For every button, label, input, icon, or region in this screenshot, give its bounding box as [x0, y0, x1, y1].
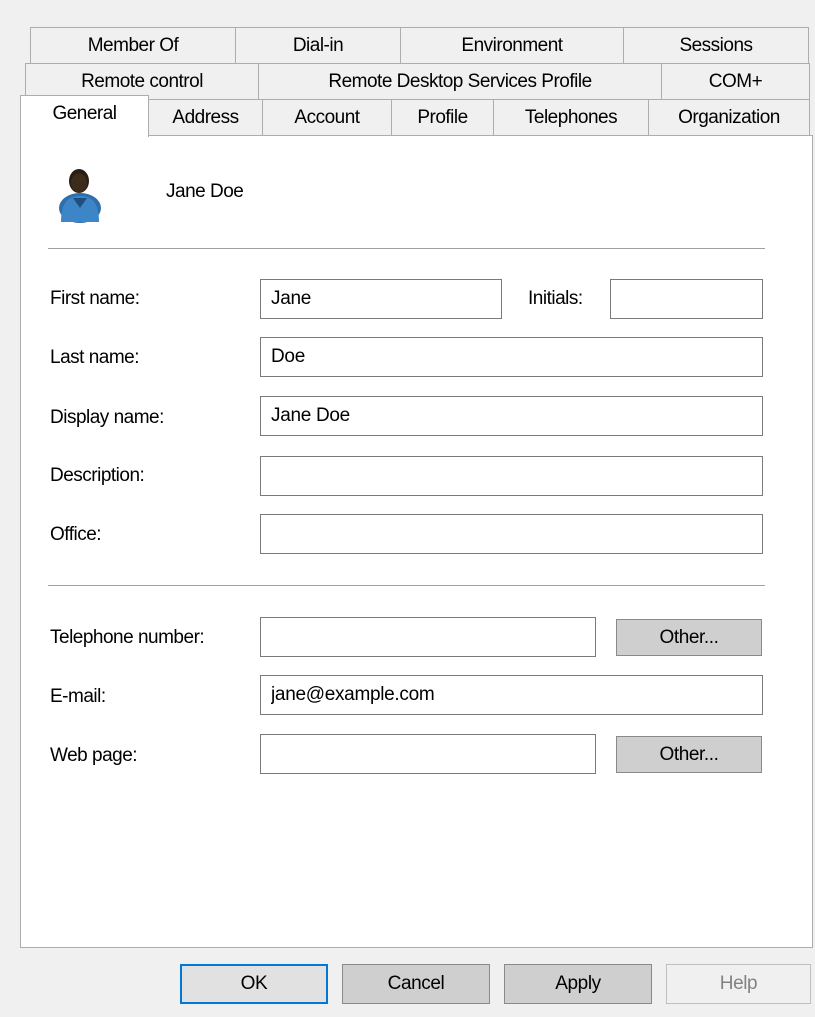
- user-display-header: Jane Doe: [166, 181, 244, 202]
- tab-organization[interactable]: Organization: [648, 99, 810, 136]
- last-name-field[interactable]: [260, 337, 763, 377]
- tab-general[interactable]: General: [20, 95, 149, 137]
- separator-top: [48, 248, 765, 249]
- telephone-other-button[interactable]: Other...: [616, 619, 762, 656]
- tab-label: Profile: [417, 106, 468, 128]
- display-name-label: Display name:: [50, 407, 164, 428]
- apply-button[interactable]: Apply: [504, 964, 652, 1004]
- separator-bottom: [48, 585, 765, 586]
- tab-label: Remote control: [81, 70, 203, 92]
- tab-sessions[interactable]: Sessions: [623, 27, 809, 64]
- telephone-label: Telephone number:: [50, 627, 205, 648]
- tab-label: Address: [172, 106, 239, 128]
- web-page-other-button[interactable]: Other...: [616, 736, 762, 773]
- help-button[interactable]: Help: [666, 964, 811, 1004]
- first-name-label: First name:: [50, 288, 140, 309]
- office-label: Office:: [50, 524, 102, 545]
- telephone-field[interactable]: [260, 617, 596, 657]
- cancel-button[interactable]: Cancel: [342, 964, 490, 1004]
- user-avatar-icon: [51, 164, 107, 224]
- tab-label: Telephones: [524, 106, 618, 128]
- display-name-field[interactable]: [260, 396, 763, 436]
- description-field[interactable]: [260, 456, 763, 496]
- tab-environment[interactable]: Environment: [400, 27, 624, 64]
- tab-label: COM+: [708, 70, 763, 92]
- general-tab-panel: Jane Doe First name: Initials: Last name…: [20, 135, 813, 948]
- tab-label: Environment: [461, 34, 563, 56]
- tab-label: General: [52, 102, 117, 124]
- email-label: E-mail:: [50, 686, 106, 707]
- tab-label: Remote Desktop Services Profile: [328, 70, 592, 92]
- tab-label: Dial-in: [292, 34, 344, 56]
- description-label: Description:: [50, 465, 145, 486]
- tab-remote-desktop-services-profile[interactable]: Remote Desktop Services Profile: [258, 63, 662, 100]
- office-field[interactable]: [260, 514, 763, 554]
- tab-label: Account: [294, 106, 360, 128]
- initials-field[interactable]: [610, 279, 763, 319]
- first-name-field[interactable]: [260, 279, 502, 319]
- web-page-label: Web page:: [50, 745, 138, 766]
- tab-label: Organization: [678, 106, 780, 128]
- initials-label: Initials:: [528, 288, 583, 309]
- tab-label: Sessions: [679, 34, 753, 56]
- web-page-field[interactable]: [260, 734, 596, 774]
- ok-button[interactable]: OK: [180, 964, 328, 1004]
- email-field[interactable]: [260, 675, 763, 715]
- tab-telephones[interactable]: Telephones: [493, 99, 649, 136]
- tab-dial-in[interactable]: Dial-in: [235, 27, 401, 64]
- tab-profile[interactable]: Profile: [391, 99, 494, 136]
- tab-label: Member Of: [87, 34, 179, 56]
- tab-member-of[interactable]: Member Of: [30, 27, 236, 64]
- last-name-label: Last name:: [50, 347, 140, 368]
- tab-account[interactable]: Account: [262, 99, 392, 136]
- tab-address[interactable]: Address: [148, 99, 263, 136]
- tab-com-plus[interactable]: COM+: [661, 63, 810, 100]
